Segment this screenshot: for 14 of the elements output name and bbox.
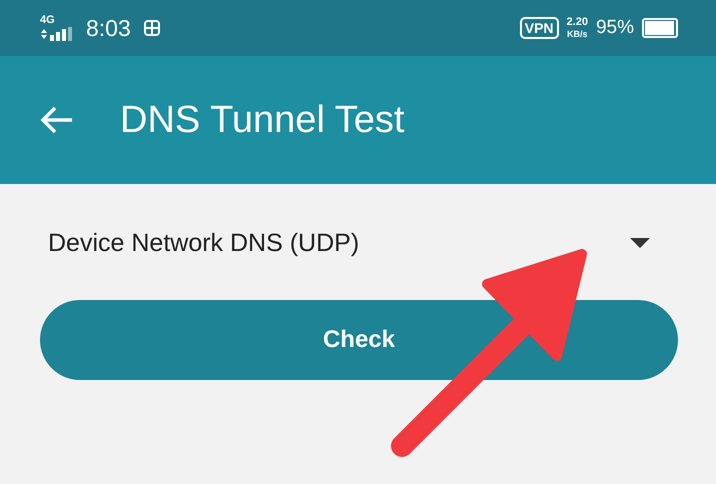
notification-icon <box>142 19 161 37</box>
speed-unit: KB/s <box>567 28 588 40</box>
network-type: 4G <box>40 15 56 26</box>
clock: 8:03 <box>86 14 131 42</box>
speed-value: 2.20 <box>566 16 588 28</box>
signal-icon <box>40 27 74 41</box>
dns-dropdown[interactable]: Device Network DNS (UDP) <box>40 224 678 262</box>
battery-percent: 95% <box>596 17 634 39</box>
caret-icon <box>630 238 650 248</box>
back-arrow-icon[interactable] <box>40 106 74 134</box>
vpn-badge: VPN <box>520 17 559 39</box>
check-button[interactable]: Check <box>40 300 678 380</box>
battery-icon <box>642 18 678 38</box>
screen-title: DNS Tunnel Test <box>120 98 404 142</box>
